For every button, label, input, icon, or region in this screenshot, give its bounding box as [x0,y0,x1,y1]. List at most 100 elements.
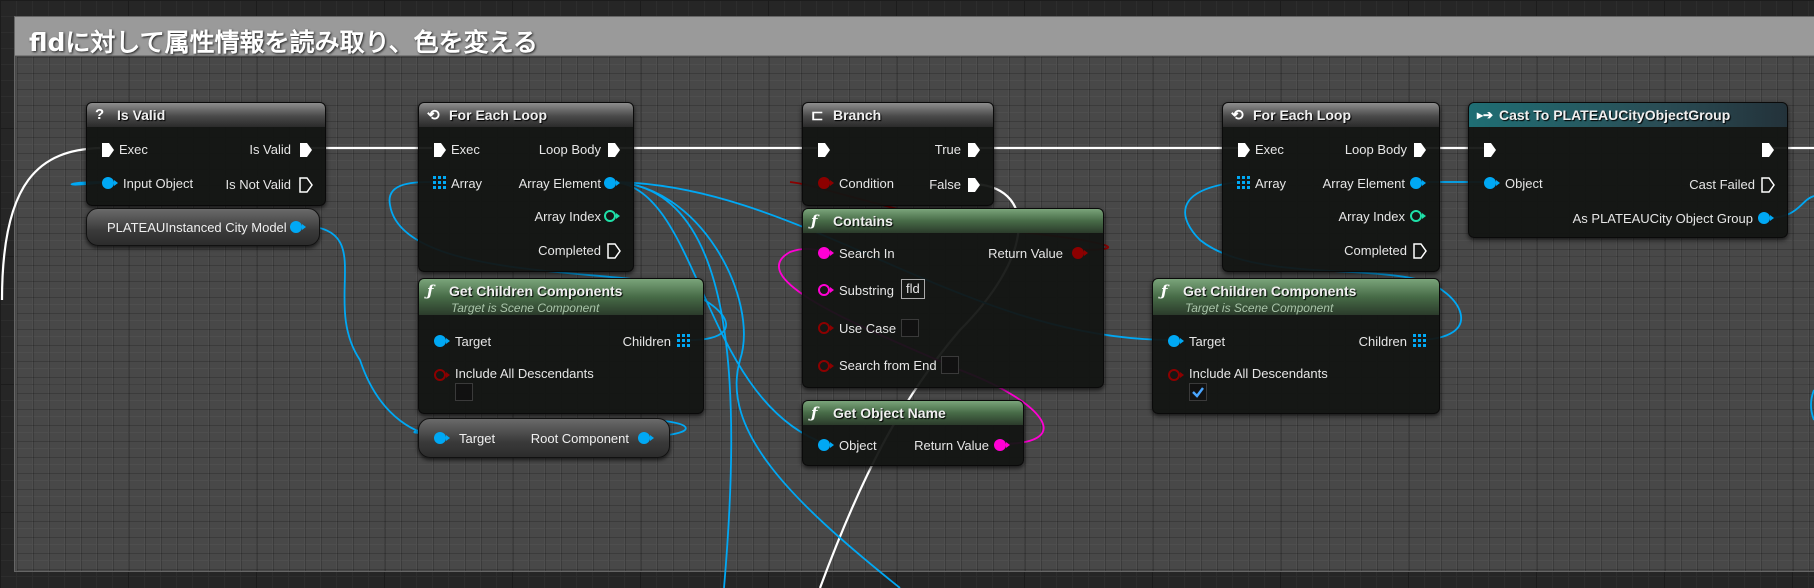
get-children-components-node[interactable]: ƒ Get Children Components Target is Scen… [418,278,704,414]
completed-pin[interactable] [607,243,621,259]
exec-in-pin[interactable] [1237,142,1251,158]
root-component-node[interactable]: Target Root Component [418,418,670,458]
target-pin[interactable] [1167,334,1185,348]
substring-pin[interactable] [817,283,835,297]
object-pin[interactable] [1483,176,1501,190]
include-all-checkbox[interactable] [1189,383,1207,401]
node-title: Get Children Components [1183,283,1357,299]
array-index-pin[interactable] [1409,209,1427,223]
target-pin[interactable] [433,431,451,445]
exec-out-pin[interactable] [1761,142,1775,158]
object-label: Object [839,438,877,453]
condition-pin[interactable] [817,176,835,190]
include-all-pin[interactable] [433,368,451,382]
variable-out-pin[interactable] [289,220,307,234]
exec-in-pin[interactable] [433,142,447,158]
false-label: False [929,177,961,192]
node-header[interactable]: ⟲ For Each Loop [419,103,633,127]
function-icon: ƒ [811,404,818,422]
array-element-pin[interactable] [603,176,621,190]
array-element-label: Array Element [518,176,601,191]
substring-input[interactable]: fld [901,279,925,299]
node-subtitle: Target is Scene Component [1185,301,1334,315]
plateau-variable-node[interactable]: PLATEAUInstanced City Model [86,208,320,246]
array-label: Array [1255,176,1287,191]
completed-pin[interactable] [1413,243,1427,259]
node-subtitle: Target is Scene Component [451,301,600,315]
target-pin[interactable] [433,334,451,348]
loop-icon: ⟲ [427,107,440,124]
array-label: Array [451,176,483,191]
root-component-pin[interactable] [637,431,655,445]
node-header[interactable]: ƒ Get Object Name [803,401,1023,425]
array-element-label: Array Element [1322,176,1405,191]
branch-node[interactable]: ⊏ Branch True Condition False [802,102,994,206]
is-valid-label: Is Valid [249,142,291,157]
node-title: For Each Loop [1253,107,1351,123]
loop-icon: ⟲ [1231,107,1244,124]
use-case-pin[interactable] [817,321,835,335]
variable-label: PLATEAUInstanced City Model [107,220,287,235]
return-value-pin[interactable] [993,438,1011,452]
children-array-icon[interactable] [677,334,691,348]
use-case-checkbox[interactable] [901,319,919,337]
exec-in-pin[interactable] [101,142,115,158]
cast-failed-pin[interactable] [1761,177,1775,193]
function-icon: ƒ [1161,282,1168,300]
node-header[interactable]: ⟲ For Each Loop [1223,103,1439,127]
get-object-name-node[interactable]: ƒ Get Object Name Object Return Value [802,400,1024,466]
contains-node[interactable]: ƒ Contains Search In Return Value Substr… [802,208,1104,388]
array-element-pin[interactable] [1409,176,1427,190]
is-valid-node[interactable]: ? Is Valid Exec Is Valid Input Object Is… [86,102,326,206]
include-all-label: Include All Descendants [455,366,594,381]
object-pin[interactable] [817,438,835,452]
search-from-end-pin[interactable] [817,359,835,373]
return-value-pin[interactable] [1071,246,1089,260]
search-from-end-label: Search from End [839,358,937,373]
node-header[interactable]: ƒ Get Children Components Target is Scen… [1153,279,1439,315]
target-label: Target [1189,334,1226,349]
array-grid-icon[interactable] [433,176,447,190]
is-not-valid-label: Is Not Valid [225,177,291,192]
false-exec-pin[interactable] [967,177,981,193]
children-array-icon[interactable] [1413,334,1427,348]
loop-body-pin[interactable] [1413,142,1427,158]
include-all-checkbox[interactable] [455,383,473,401]
is-not-valid-exec-pin[interactable] [299,177,313,193]
loop-body-label: Loop Body [1344,142,1407,157]
input-object-pin[interactable] [101,176,119,190]
cast-node[interactable]: ▸➔ Cast To PLATEAUCityObjectGroup Object… [1468,102,1788,238]
is-valid-exec-pin[interactable] [299,142,313,158]
completed-label: Completed [538,243,601,258]
for-each-loop-node[interactable]: ⟲ For Each Loop Exec Loop Body Array Arr… [418,102,634,272]
node-title: Contains [833,213,893,229]
array-index-label: Array Index [534,209,601,224]
node-header[interactable]: ? Is Valid [87,103,325,127]
exec-in-pin[interactable] [817,142,831,158]
return-value-label: Return Value [988,246,1063,261]
return-value-label: Return Value [914,438,989,453]
node-header[interactable]: ƒ Get Children Components Target is Scen… [419,279,703,315]
as-group-pin[interactable] [1757,211,1775,225]
array-grid-icon[interactable] [1237,176,1251,190]
loop-body-pin[interactable] [607,142,621,158]
node-header[interactable]: ▸➔ Cast To PLATEAUCityObjectGroup [1469,103,1787,127]
node-header[interactable]: ⊏ Branch [803,103,993,127]
search-in-label: Search In [839,246,895,261]
exec-in-pin[interactable] [1483,142,1497,158]
node-title: Is Valid [117,107,166,123]
for-each-loop-node-2[interactable]: ⟲ For Each Loop Exec Loop Body Array Arr… [1222,102,1440,272]
true-exec-pin[interactable] [967,142,981,158]
search-in-pin[interactable] [817,246,835,260]
target-label: Target [459,431,496,446]
completed-label: Completed [1344,243,1407,258]
get-children-components-node-2[interactable]: ƒ Get Children Components Target is Scen… [1152,278,1440,414]
node-header[interactable]: ƒ Contains [803,209,1103,233]
array-index-pin[interactable] [603,209,621,223]
exec-label: Exec [1255,142,1284,157]
search-from-end-checkbox[interactable] [941,356,959,374]
cast-failed-label: Cast Failed [1689,177,1755,192]
children-label: Children [622,334,671,349]
node-title: Cast To PLATEAUCityObjectGroup [1499,107,1731,123]
include-all-pin[interactable] [1167,368,1185,382]
